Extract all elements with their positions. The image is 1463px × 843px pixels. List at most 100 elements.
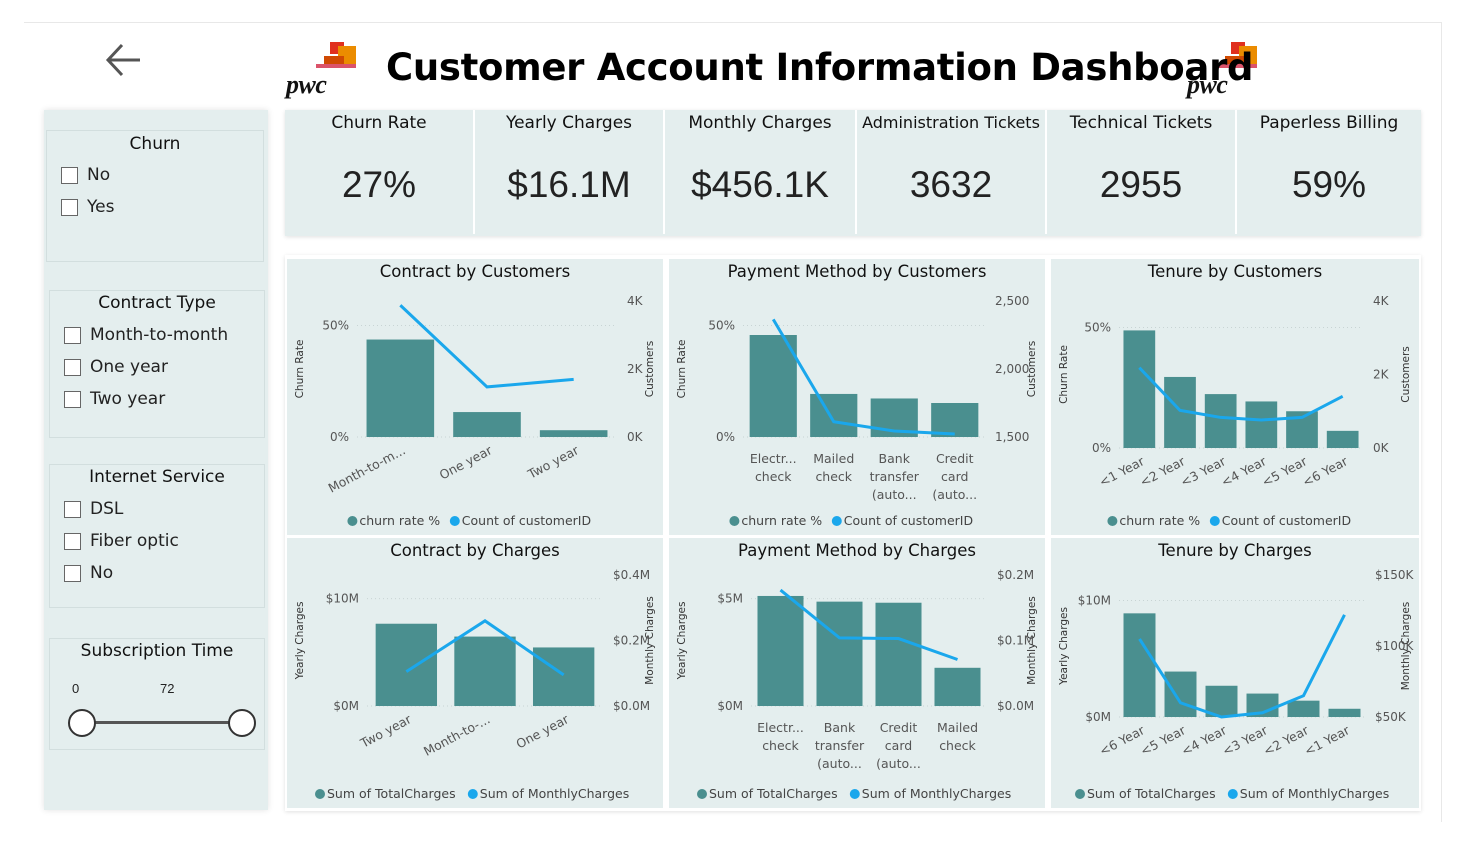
bar[interactable]: [749, 335, 797, 437]
legend-label: Count of customerID: [462, 513, 591, 528]
arrow-left-icon: [105, 43, 140, 77]
bar[interactable]: [1287, 700, 1320, 717]
x-tick-label: transfer: [815, 738, 865, 753]
legend-label: Sum of TotalCharges: [1087, 786, 1216, 801]
y2-tick-label: 2K: [1373, 368, 1390, 382]
legend-marker: [315, 789, 325, 799]
y2-tick-label: $0.0M: [613, 699, 650, 713]
back-button[interactable]: [102, 40, 146, 80]
checkbox[interactable]: [64, 358, 81, 376]
legend-marker: [1075, 789, 1085, 799]
bar[interactable]: [375, 623, 438, 706]
x-tick-label: Bank: [824, 720, 856, 735]
slider-handle-max[interactable]: [228, 709, 256, 737]
kpi-card-yearly-charges: Yearly Charges $16.1M: [475, 110, 665, 234]
x-tick-label: card: [885, 738, 912, 753]
bar[interactable]: [757, 595, 804, 706]
legend-label: Count of customerID: [844, 513, 973, 528]
churn-option-no[interactable]: No: [61, 163, 110, 187]
kpi-card-churn-rate: Churn Rate 27%: [285, 110, 475, 234]
y-axis-label: Yearly Charges: [676, 602, 688, 681]
kpi-row: Churn Rate 27% Yearly Charges $16.1M Mon…: [285, 110, 1421, 236]
contract-option-two-year[interactable]: Two year: [64, 387, 165, 411]
kpi-value: 59%: [1291, 164, 1367, 205]
chart-5: Tenure by ChargesYearly Charges Monthly C…: [1051, 538, 1419, 808]
internet-option-no[interactable]: No: [64, 561, 113, 585]
internet-option-dsl[interactable]: DSL: [64, 497, 123, 521]
option-label: One year: [90, 357, 168, 377]
bar[interactable]: [1123, 613, 1156, 717]
legend-label: Count of customerID: [1222, 513, 1351, 528]
churn-option-yes[interactable]: Yes: [61, 195, 114, 219]
bar[interactable]: [539, 430, 608, 437]
legend-label: Sum of MonthlyCharges: [1240, 786, 1389, 801]
kpi-value: 2955: [1099, 164, 1183, 205]
y2-tick-label: $0.2M: [997, 568, 1034, 582]
bar[interactable]: [816, 601, 863, 706]
x-tick-label: Electr...: [757, 720, 804, 735]
contract-option-one-year[interactable]: One year: [64, 355, 168, 379]
x-tick-label: (auto...: [932, 487, 977, 502]
legend-marker: [1209, 516, 1220, 526]
y2-tick-label: $0.1M: [997, 634, 1034, 648]
checkbox[interactable]: [64, 500, 81, 518]
y-tick-label: $0M: [333, 699, 359, 713]
legend-label: Sum of MonthlyCharges: [862, 786, 1011, 801]
bar[interactable]: [1164, 671, 1197, 717]
x-tick-label: Mailed: [813, 451, 854, 466]
checkbox[interactable]: [64, 390, 81, 408]
bar[interactable]: [1245, 401, 1278, 448]
y-tick-label: $0M: [717, 699, 743, 713]
chart-2: Tenure by Customers Churn Rate Customers 50…: [1051, 259, 1419, 535]
pwc-logo-left: pwc: [286, 42, 358, 98]
slider-handle-min[interactable]: [68, 709, 96, 737]
bar[interactable]: [453, 412, 521, 437]
chart-panel: [1051, 538, 1419, 808]
charts-area: Contract by Customers Churn Rate Customers…: [285, 255, 1421, 811]
bar[interactable]: [366, 339, 435, 437]
y2-axis-label: Customers: [1400, 346, 1412, 402]
bar[interactable]: [934, 667, 981, 706]
chart-title: Payment Method by Charges: [738, 541, 976, 560]
slicer-title: Internet Service: [89, 467, 225, 487]
chart-panel: [287, 259, 663, 535]
checkbox[interactable]: [64, 326, 81, 344]
option-label: No: [87, 165, 111, 185]
chart-title: Payment Method by Customers: [728, 262, 987, 281]
chart-title: Contract by Charges: [390, 541, 560, 560]
legend-label: churn rate %: [1119, 513, 1200, 528]
y2-tick-label: 2K: [627, 362, 644, 376]
bar[interactable]: [1326, 430, 1359, 448]
bar[interactable]: [454, 636, 516, 706]
bar[interactable]: [875, 602, 922, 706]
option-label: Fiber optic: [90, 531, 179, 551]
checkbox[interactable]: [64, 532, 81, 550]
checkbox[interactable]: [61, 166, 78, 184]
contract-option-month-to-month[interactable]: Month-to-month: [64, 323, 228, 347]
internet-service-slicer: Internet Service DSL Fiber optic No: [49, 464, 265, 608]
option-label: Month-to-month: [90, 325, 229, 345]
internet-option-fiber-optic[interactable]: Fiber optic: [64, 529, 179, 553]
legend-label: Sum of MonthlyCharges: [480, 786, 629, 801]
y-axis-label: Yearly Charges: [1058, 607, 1070, 686]
bar[interactable]: [1204, 394, 1237, 448]
y-tick-label: $5M: [717, 592, 743, 606]
slicer-title: Contract Type: [98, 293, 216, 313]
x-tick-label: Credit: [936, 451, 974, 466]
bar[interactable]: [532, 647, 595, 706]
y2-tick-label: $0.0M: [997, 699, 1034, 713]
y-tick-label: $0M: [1085, 710, 1111, 724]
chart-0: Contract by Customers Churn Rate Customers…: [287, 259, 663, 535]
chart-title: Contract by Customers: [380, 262, 570, 281]
checkbox[interactable]: [61, 198, 78, 216]
bar[interactable]: [810, 393, 858, 437]
bar[interactable]: [1328, 708, 1361, 717]
checkbox[interactable]: [64, 564, 81, 582]
x-tick-label: (auto...: [876, 756, 921, 771]
bar[interactable]: [1123, 330, 1156, 448]
x-tick-label: Bank: [879, 451, 911, 466]
kpi-card-paperless-billing: Paperless Billing 59%: [1237, 110, 1421, 234]
slider-track[interactable]: [82, 721, 242, 724]
legend-marker: [1227, 789, 1238, 799]
y2-tick-label: $0.4M: [613, 568, 650, 582]
